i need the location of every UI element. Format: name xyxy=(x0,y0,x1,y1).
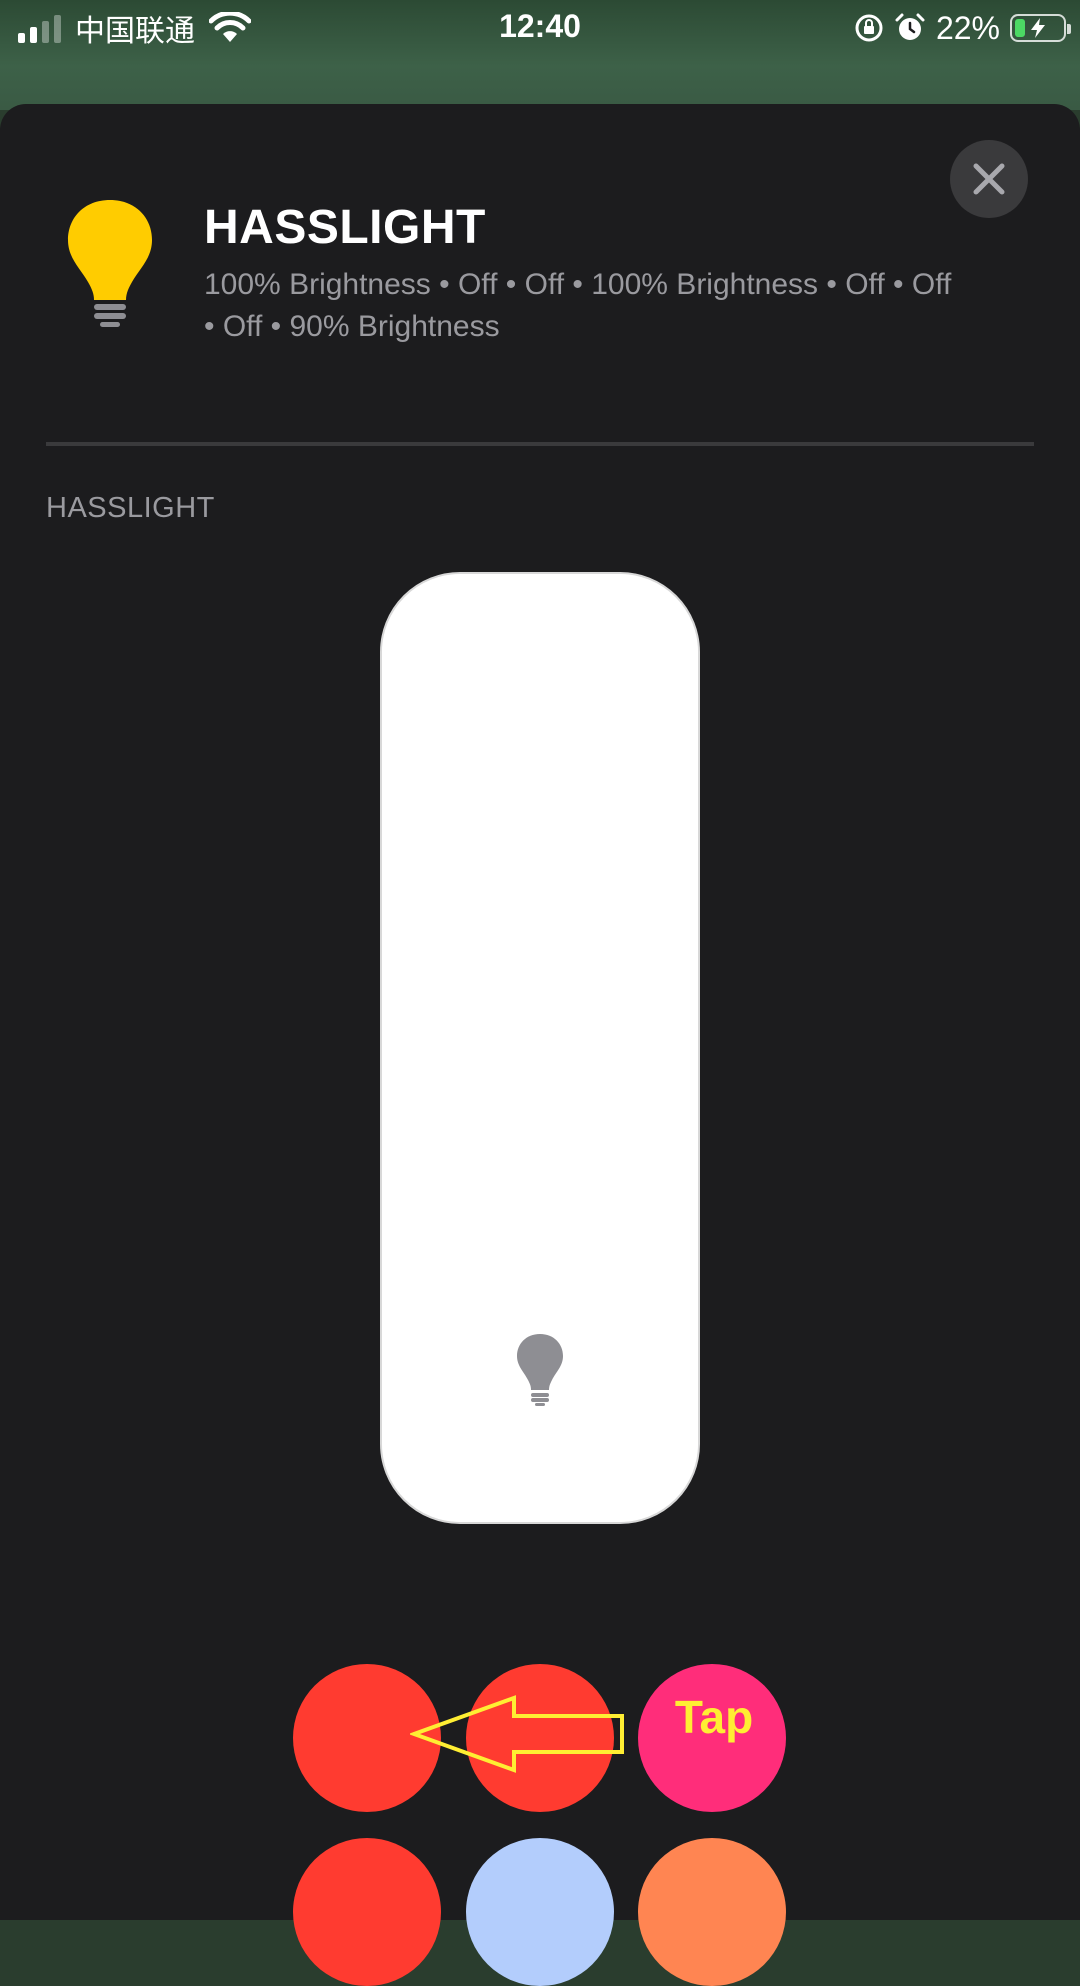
alarm-icon xyxy=(895,13,925,40)
close-icon xyxy=(973,163,1005,195)
annotation-tap-label: Tap xyxy=(674,1691,754,1743)
divider xyxy=(46,442,1034,446)
color-swatch-5[interactable] xyxy=(466,1838,614,1986)
section-label: HASSLIGHT xyxy=(46,492,215,524)
status-right: 22% xyxy=(854,8,1071,48)
color-swatch-4[interactable] xyxy=(293,1838,441,1986)
annotation-arrow-icon xyxy=(410,1695,624,1773)
battery-fill xyxy=(1015,19,1025,37)
rotation-lock-icon xyxy=(855,14,883,42)
color-swatch-6[interactable] xyxy=(638,1838,786,1986)
charging-bolt-icon xyxy=(1031,18,1045,38)
battery-percent: 22% xyxy=(935,9,1000,46)
close-button[interactable] xyxy=(950,140,1028,218)
lightbulb-icon xyxy=(68,200,152,327)
brightness-slider[interactable] xyxy=(380,572,700,1524)
lightbulb-icon xyxy=(517,1334,563,1406)
battery-charging-icon xyxy=(1010,14,1071,42)
accessory-detail-sheet: HASSLIGHT 100% Brightness • Off • Off • … xyxy=(0,104,1080,1986)
status-bar: 中国联通 12:40 22% xyxy=(0,0,1080,110)
accessory-status: 100% Brightness • Off • Off • 100% Brigh… xyxy=(204,268,952,343)
accessory-name: HASSLIGHT xyxy=(204,201,486,254)
